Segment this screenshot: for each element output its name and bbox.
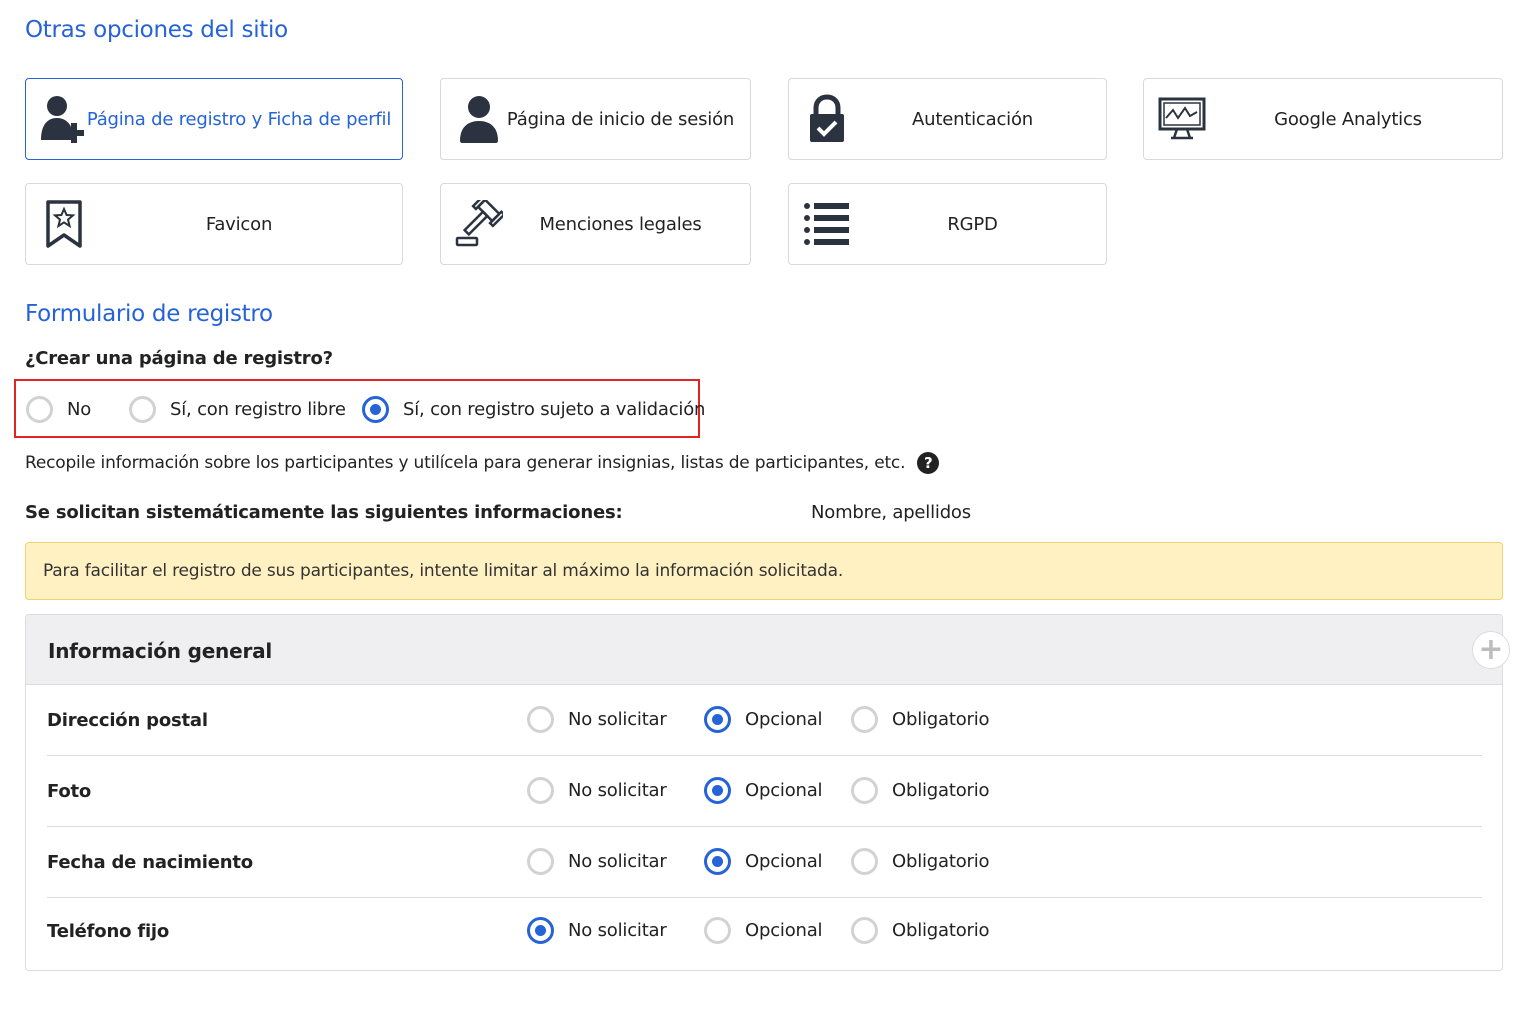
section-title-site-options: Otras opciones del sitio [25,17,288,43]
radio-registration-validation[interactable]: Sí, con registro sujeto a validación [362,396,705,423]
radio-opcional[interactable]: Opcional [704,917,823,944]
field-name: Dirección postal [47,710,208,731]
lock-check-icon [801,93,853,145]
create-registration-question: ¿Crear una página de registro? [25,348,333,369]
radio-circle[interactable] [129,396,156,423]
card-registration-page[interactable]: Página de registro y Ficha de perfil [25,78,403,160]
radio-circle-checked[interactable] [704,706,731,733]
radio-label: No [67,399,92,420]
card-legal-mentions[interactable]: Menciones legales [440,183,751,265]
radio-label: Opcional [745,780,823,801]
radio-label: Opcional [745,851,823,872]
radio-label: Obligatorio [892,851,990,872]
radio-circle[interactable] [527,706,554,733]
radio-label: Opcional [745,920,823,941]
radio-circle-checked[interactable] [704,777,731,804]
radio-opcional[interactable]: Opcional [704,848,823,875]
panel-header: Información general [26,615,1502,685]
description-text: Recopile información sobre los participa… [25,453,906,473]
card-rgpd[interactable]: RGPD [788,183,1107,265]
radio-label: No solicitar [568,709,667,730]
radio-label: Obligatorio [892,780,990,801]
radio-label: No solicitar [568,920,667,941]
radio-label: Sí, con registro sujeto a validación [403,399,706,420]
card-label: Página de inicio de sesión [506,108,735,130]
gavel-icon [453,198,505,250]
radio-circle[interactable] [527,848,554,875]
radio-no-solicitar[interactable]: No solicitar [527,777,667,804]
radio-circle-checked[interactable] [704,848,731,875]
monitor-chart-icon [1156,93,1208,145]
radio-obligatorio[interactable]: Obligatorio [851,917,990,944]
radio-registration-no[interactable]: No [26,396,91,423]
registration-description: Recopile información sobre los participa… [25,452,940,474]
card-favicon[interactable]: Favicon [25,183,403,265]
radio-circle[interactable] [26,396,53,423]
radio-circle-checked[interactable] [527,917,554,944]
radio-circle[interactable] [851,777,878,804]
card-label: Menciones legales [539,213,702,235]
field-row-birth-date: Fecha de nacimiento No solicitar Opciona… [25,827,1503,898]
user-plus-icon [38,93,90,145]
radio-label: No solicitar [568,780,667,801]
add-field-button[interactable]: + [1472,631,1510,669]
radio-circle[interactable] [704,917,731,944]
list-icon [801,198,853,250]
info-alert: Para facilitar el registro de sus partic… [25,542,1503,600]
card-login-page[interactable]: Página de inicio de sesión [440,78,751,160]
radio-obligatorio[interactable]: Obligatorio [851,848,990,875]
radio-no-solicitar[interactable]: No solicitar [527,848,667,875]
panel-title: Información general [48,639,273,663]
card-google-analytics[interactable]: Google Analytics [1143,78,1503,160]
card-label: Página de registro y Ficha de perfil [86,108,392,130]
radio-circle[interactable] [851,706,878,733]
field-row-photo: Foto No solicitar Opcional Obligatorio [25,756,1503,827]
card-label: Google Analytics [1274,108,1422,130]
field-name: Foto [47,781,92,802]
radio-label: Obligatorio [892,920,990,941]
help-icon[interactable]: ? [917,452,940,474]
radio-opcional[interactable]: Opcional [704,777,823,804]
system-requested-label: Se solicitan sistemáticamente las siguie… [25,502,623,523]
user-icon [453,93,505,145]
card-label: Autenticación [912,108,1033,130]
radio-circle-checked[interactable] [362,396,389,423]
radio-opcional[interactable]: Opcional [704,706,823,733]
radio-label: Obligatorio [892,709,990,730]
radio-no-solicitar[interactable]: No solicitar [527,917,667,944]
radio-label: No solicitar [568,851,667,872]
radio-circle[interactable] [851,848,878,875]
field-row-landline: Teléfono fijo No solicitar Opcional Obli… [25,896,1503,967]
radio-label: Opcional [745,709,823,730]
radio-label: Sí, con registro libre [170,399,346,420]
system-requested-value: Nombre, apellidos [811,502,971,523]
field-name: Teléfono fijo [47,921,170,942]
card-label: RGPD [947,213,998,235]
radio-circle[interactable] [851,917,878,944]
section-title-registration-form: Formulario de registro [25,301,273,327]
bookmark-star-icon [38,198,90,250]
radio-no-solicitar[interactable]: No solicitar [527,706,667,733]
radio-registration-free[interactable]: Sí, con registro libre [129,396,346,423]
field-row-postal-address: Dirección postal No solicitar Opcional O… [25,685,1503,756]
field-name: Fecha de nacimiento [47,852,253,873]
card-label: Favicon [205,213,273,235]
radio-circle[interactable] [527,777,554,804]
radio-obligatorio[interactable]: Obligatorio [851,777,990,804]
radio-obligatorio[interactable]: Obligatorio [851,706,990,733]
card-authentication[interactable]: Autenticación [788,78,1107,160]
